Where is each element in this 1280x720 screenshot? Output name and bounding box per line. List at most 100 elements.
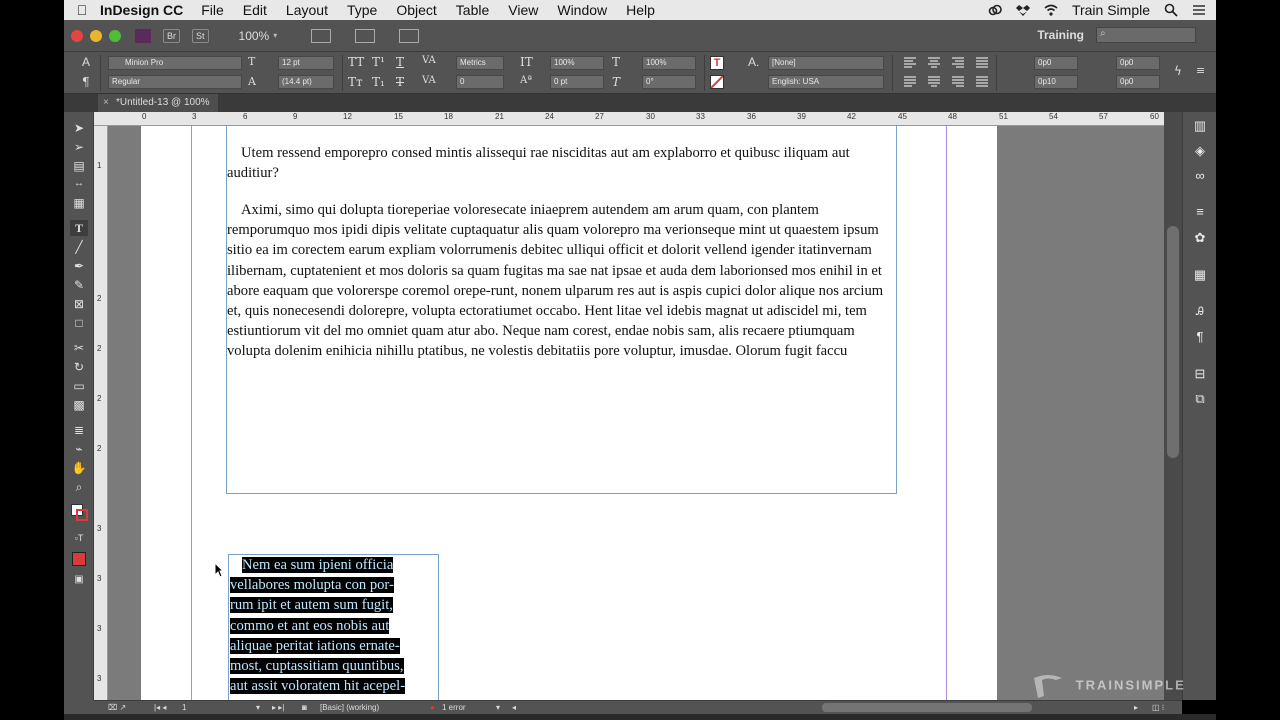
page-tool-icon[interactable]: ▤ <box>70 158 88 174</box>
spotlight-search-icon[interactable] <box>1164 3 1178 17</box>
line-tool-icon[interactable]: ╱ <box>70 239 88 255</box>
zoom-tool-icon[interactable]: ⌕ <box>70 479 88 495</box>
font-size-field[interactable]: 12 pt <box>278 56 334 70</box>
direct-selection-tool-icon[interactable]: ➢ <box>70 139 88 155</box>
next-page-icon[interactable]: ▸ ▸| <box>272 703 284 712</box>
vertical-scrollbar[interactable] <box>1164 112 1182 700</box>
superscript-icon[interactable]: T¹ <box>372 55 385 69</box>
rectangle-frame-tool-icon[interactable]: ⊠ <box>70 296 88 312</box>
baseline-shift-field[interactable]: 0 pt <box>550 75 604 89</box>
split-layout-icon[interactable]: ◫ ⁝ <box>1152 703 1164 712</box>
small-caps-icon[interactable]: Tт <box>348 75 363 89</box>
left-indent-field[interactable]: 0p0 <box>1034 56 1078 70</box>
page-dropdown-icon[interactable]: ▾ <box>256 703 260 712</box>
paragraph-controls-icon[interactable]: ¶ <box>82 75 90 89</box>
subscript-icon[interactable]: T₁ <box>372 75 385 89</box>
main-text-frame[interactable]: Utem ressend emporepro consed mintis ali… <box>226 126 897 494</box>
language-field[interactable]: English: USA <box>768 75 884 89</box>
screen-mode-tool-icon[interactable]: ▣ <box>70 572 88 588</box>
note-tool-icon[interactable]: ≣ <box>70 422 88 438</box>
horizontal-scale-field[interactable]: 100% <box>642 56 696 70</box>
formatting-affects-text-icon[interactable]: ▫T <box>70 530 88 546</box>
horizontal-ruler[interactable]: 0 3 6 9 12 15 18 21 24 27 30 33 36 39 42… <box>94 112 1164 126</box>
master-page-icon[interactable]: ◙ <box>302 703 307 712</box>
kerning-field[interactable]: Metrics <box>456 56 504 70</box>
align-panel-icon[interactable]: ⊟ <box>1191 366 1209 382</box>
type-tool-icon[interactable]: T <box>70 220 88 236</box>
gap-tool-icon[interactable]: ↔ <box>70 176 88 192</box>
menu-table[interactable]: Table <box>456 2 489 18</box>
text-stroke-none-icon[interactable] <box>710 75 724 89</box>
first-page-icon[interactable]: |◂ ◂ <box>154 703 166 712</box>
selected-text[interactable]: Nem ea sum ipieni officia vellabores mol… <box>229 555 438 696</box>
scissors-tool-icon[interactable]: ✂ <box>70 340 88 356</box>
selected-text-frame[interactable]: Nem ea sum ipieni officia vellabores mol… <box>228 554 439 700</box>
apple-icon[interactable]:  <box>64 2 100 18</box>
stroke-panel-icon[interactable]: ≡ <box>1191 204 1209 220</box>
font-style-field[interactable]: Regular <box>108 75 242 89</box>
close-tab-icon[interactable]: × <box>103 94 109 112</box>
menu-view[interactable]: View <box>508 2 538 18</box>
pages-panel-icon[interactable]: ▥ <box>1191 118 1209 134</box>
screen-mode-icon[interactable] <box>355 28 376 43</box>
table-panel-icon[interactable]: ▦ <box>1191 267 1209 283</box>
strikethrough-icon[interactable]: T <box>396 75 404 89</box>
menu-edit[interactable]: Edit <box>243 2 267 18</box>
menu-window[interactable]: Window <box>557 2 607 18</box>
stock-button[interactable]: St <box>192 28 209 43</box>
vertical-ruler[interactable]: 1 2 2 2 2 3 3 3 3 <box>94 126 108 700</box>
leading-field[interactable]: (14.4 pt) <box>278 75 334 89</box>
pathfinder-panel-icon[interactable]: ⧉ <box>1191 391 1209 407</box>
links-panel-icon[interactable]: ∞ <box>1191 168 1209 184</box>
tracking-field[interactable]: 0 <box>456 75 504 89</box>
menu-file[interactable]: File <box>201 2 224 18</box>
all-caps-icon[interactable]: TT <box>348 55 364 69</box>
dropbox-icon[interactable] <box>1015 3 1030 17</box>
gradient-feather-tool-icon[interactable]: ▩ <box>70 397 88 413</box>
scroll-right-icon[interactable]: ▸ <box>1134 703 1138 712</box>
preflight-profile[interactable]: [Basic] (working) <box>320 703 379 712</box>
preflight-errors[interactable]: 1 error <box>442 703 466 712</box>
wifi-icon[interactable] <box>1044 3 1058 17</box>
eyedropper-tool-icon[interactable]: ⌁ <box>70 441 88 457</box>
creative-cloud-icon[interactable] <box>988 3 1002 17</box>
pasteboard[interactable]: Utem ressend emporepro consed mintis ali… <box>108 126 1164 700</box>
view-options-icon[interactable] <box>311 28 332 43</box>
paragraph-styles-panel-icon[interactable]: ¶ <box>1191 329 1209 345</box>
panel-menu-icon[interactable]: ≡ <box>1196 64 1205 77</box>
character-styles-panel-icon[interactable]: Ꭿ <box>1191 304 1209 320</box>
preflight-icon[interactable]: ⌧ ↗ <box>108 703 126 712</box>
document-page[interactable]: Utem ressend emporepro consed mintis ali… <box>141 126 997 700</box>
zoom-level-dropdown[interactable]: 100% <box>239 29 270 43</box>
gradient-swatch-tool-icon[interactable]: ▭ <box>70 378 88 394</box>
paragraph-alignment-icons[interactable] <box>904 57 1014 91</box>
pen-tool-icon[interactable]: ✒ <box>70 258 88 274</box>
page-number-field[interactable]: 1 <box>182 703 186 712</box>
scroll-left-icon[interactable]: ◂ <box>512 703 516 712</box>
text-fill-color-icon[interactable]: T <box>710 56 724 70</box>
horizontal-scroll-thumb[interactable] <box>822 703 1032 712</box>
document-tab[interactable]: × *Untitled-13 @ 100% <box>98 94 218 112</box>
menu-help[interactable]: Help <box>626 2 655 18</box>
vertical-scale-field[interactable]: 100% <box>550 56 604 70</box>
first-line-indent-field[interactable]: 0p10 <box>1034 75 1078 89</box>
underline-icon[interactable]: T <box>396 55 404 69</box>
free-transform-tool-icon[interactable]: ↻ <box>70 359 88 375</box>
bridge-button[interactable]: Br <box>163 28 180 43</box>
rectangle-tool-icon[interactable]: □ <box>70 315 88 331</box>
swatches-panel-icon[interactable]: ✿ <box>1191 230 1209 246</box>
minimize-window-button[interactable] <box>90 29 102 42</box>
close-window-button[interactable] <box>71 29 83 42</box>
help-search-input[interactable]: ⌕ <box>1096 27 1196 43</box>
hand-tool-icon[interactable]: ✋ <box>70 460 88 476</box>
vertical-scroll-thumb[interactable] <box>1167 226 1179 458</box>
pencil-tool-icon[interactable]: ✎ <box>70 277 88 293</box>
arrange-documents-icon[interactable] <box>399 28 420 43</box>
character-style-field[interactable]: [None] <box>768 56 884 70</box>
stroke-swatch-icon[interactable] <box>76 509 88 521</box>
menu-type[interactable]: Type <box>347 2 377 18</box>
space-after-field[interactable]: 0p0 <box>1116 75 1160 89</box>
zoom-window-button[interactable] <box>109 29 121 42</box>
lightning-icon[interactable]: ϟ <box>1174 64 1182 78</box>
errors-dropdown-icon[interactable]: ▾ <box>496 703 500 712</box>
